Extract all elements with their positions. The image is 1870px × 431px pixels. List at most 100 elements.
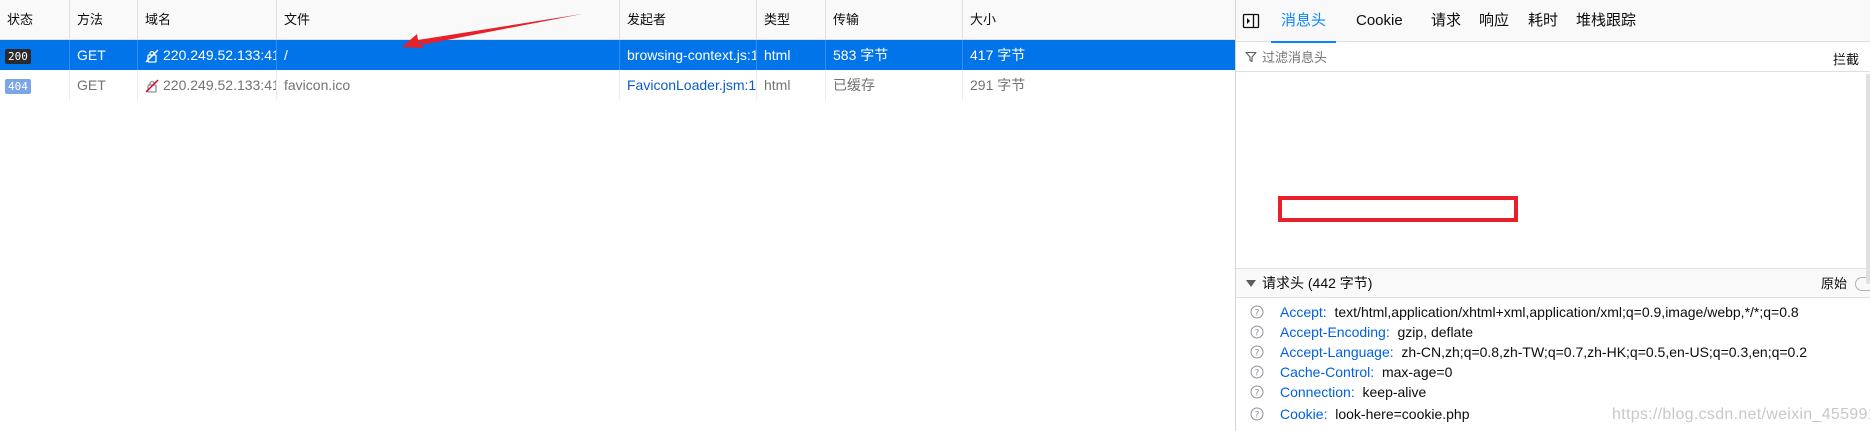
header-row: ? Content-Type: text/html <box>1236 94 1856 118</box>
details-tabbar: 消息头 Cookie 请求 响应 耗时 堆栈跟踪 <box>1236 0 1870 43</box>
column-header-initiator[interactable]: 发起者 <box>620 0 757 40</box>
help-icon[interactable]: ? <box>1250 365 1264 379</box>
tab-request[interactable]: 请求 <box>1431 0 1461 42</box>
file-cell: / <box>277 40 620 70</box>
domain-cell: 220.249.52.133:41... <box>138 40 277 70</box>
status-badge: 200 <box>5 48 31 64</box>
svg-text:?: ? <box>1255 329 1260 339</box>
header-value: gzip, deflate <box>1397 324 1474 340</box>
insecure-lock-icon <box>145 79 159 93</box>
type-cell: html <box>757 40 826 70</box>
tab-cookies[interactable]: Cookie <box>1356 0 1403 42</box>
header-value: text/html,application/xhtml+xml,applicat… <box>1334 304 1799 320</box>
header-entry: Date: Sat, 22 Aug 2020 07:32:50 GMT <box>1280 114 1522 138</box>
header-entry: Content-Type: text/html <box>1280 94 1429 118</box>
help-icon[interactable]: ? <box>1250 199 1264 213</box>
svg-text:?: ? <box>1255 203 1260 213</box>
type-cell: html <box>757 70 826 100</box>
domain-cell: 220.249.52.133:41... <box>138 70 277 100</box>
file-cell: favicon.ico <box>277 70 620 100</box>
tab-timings[interactable]: 耗时 <box>1528 0 1558 42</box>
header-value: text/html <box>1375 98 1429 114</box>
help-icon[interactable]: ? <box>1250 159 1264 173</box>
svg-text:?: ? <box>1255 349 1260 359</box>
header-name: Connection: <box>1280 384 1355 400</box>
toggle-panel-icon[interactable] <box>1242 12 1260 30</box>
watermark-text: https://blog.csdn.net/weixin_45599193 <box>1612 406 1870 423</box>
header-entry: Keep-Alive: timeout=5, max=100 <box>1280 134 1487 158</box>
header-name: Accept-Language: <box>1280 344 1394 360</box>
header-value: keep-alive <box>1362 384 1427 400</box>
header-name: Cache-Control: <box>1280 364 1375 380</box>
filter-headers-input[interactable] <box>1262 46 1762 68</box>
column-header-method[interactable]: 方法 <box>70 0 138 40</box>
svg-text:?: ? <box>1255 309 1260 319</box>
header-value: 276 <box>1388 78 1412 94</box>
help-icon[interactable]: ? <box>1250 179 1264 193</box>
column-header-size[interactable]: 大小 <box>963 0 1235 40</box>
request-headers-section[interactable]: 请求头 (442 字节) 原始 <box>1236 268 1870 298</box>
expand-triangle-icon[interactable] <box>1246 280 1256 287</box>
request-row[interactable]: 200 GET 220.249.52.133:41... / browsing-… <box>0 40 1235 70</box>
column-header-status[interactable]: 状态 <box>0 0 70 40</box>
help-icon[interactable]: ? <box>1250 305 1264 319</box>
header-entry: Cookie: look-here=cookie.php <box>1280 402 1470 426</box>
svg-text:?: ? <box>1255 83 1260 93</box>
set-cookie-highlight-box <box>1278 196 1518 222</box>
header-name: Accept: <box>1280 304 1327 320</box>
header-value: timeout=5, max=100 <box>1359 138 1488 154</box>
header-row: ? Server: Apache/2.4.7 (Ubuntu) <box>1236 154 1856 178</box>
header-entry: Set-Cookie: look-here=cookie.php <box>1280 174 1495 198</box>
header-row: ? Set-Cookie: look-here=cookie.php <box>1236 174 1856 198</box>
domain-text: 220.249.52.133:41... <box>163 77 276 93</box>
help-icon[interactable]: ? <box>1250 99 1264 113</box>
domain-text: 220.249.52.133:41... <box>163 47 276 63</box>
help-icon[interactable]: ? <box>1250 345 1264 359</box>
svg-text:?: ? <box>1255 183 1260 193</box>
help-icon[interactable]: ? <box>1250 79 1264 93</box>
column-header-domain[interactable]: 域名 <box>138 0 277 40</box>
header-entry: Content-Length: 276 <box>1280 74 1412 98</box>
tab-headers[interactable]: 消息头 <box>1270 0 1337 43</box>
status-badge: 404 <box>5 78 31 94</box>
request-headers-title: 请求头 (442 字节) <box>1262 275 1373 291</box>
column-header-file[interactable]: 文件 <box>277 0 620 40</box>
header-row: ? Content-Length: 276 <box>1236 74 1856 98</box>
size-cell: 291 字节 <box>970 77 1026 93</box>
initiator-cell[interactable]: FaviconLoader.jsm:16... <box>620 70 757 100</box>
column-header-transferred[interactable]: 传输 <box>826 0 963 40</box>
help-icon[interactable]: ? <box>1250 139 1264 153</box>
method-cell: GET <box>70 70 138 100</box>
header-value: look-here=cookie.php <box>1360 178 1496 194</box>
help-icon[interactable]: ? <box>1250 119 1264 133</box>
header-name: Server: <box>1280 158 1326 174</box>
tab-stack-trace[interactable]: 堆栈跟踪 <box>1576 0 1636 42</box>
header-row: ? Connection: keep-alive <box>1236 380 1856 404</box>
status-cell: 200 <box>0 40 70 70</box>
header-value: look-here=cookie.php <box>1335 406 1470 422</box>
column-header-type[interactable]: 类型 <box>757 0 826 40</box>
help-icon[interactable]: ? <box>1250 325 1264 339</box>
tab-response[interactable]: 响应 <box>1479 0 1509 42</box>
vertical-scrollbar[interactable] <box>1866 74 1870 284</box>
method-cell: GET <box>70 40 138 70</box>
header-entry: Server: Apache/2.4.7 (Ubuntu) <box>1280 154 1473 178</box>
header-value: zh-CN,zh;q=0.8,zh-TW;q=0.7,zh-HK;q=0.5,e… <box>1401 344 1808 360</box>
svg-text:?: ? <box>1255 163 1260 173</box>
initiator-cell[interactable]: browsing-context.js:1... <box>620 40 757 70</box>
header-entry: Connection: keep-alive <box>1280 380 1426 404</box>
block-button[interactable]: 拦截 <box>1833 49 1859 68</box>
header-name: Keep-Alive: <box>1280 138 1352 154</box>
transferred-cell: 已缓存 <box>826 70 963 100</box>
header-name: Content-Length: <box>1280 78 1381 94</box>
header-name: Date: <box>1280 118 1314 134</box>
request-row[interactable]: 404 GET 220.249.52.133:41... favicon.ico… <box>0 70 1235 100</box>
raw-toggle-label: 原始 <box>1820 276 1847 291</box>
request-list-header: 状态 方法 域名 文件 发起者 类型 传输 大小 <box>0 0 1235 40</box>
header-name: Accept-Encoding: <box>1280 324 1390 340</box>
help-icon[interactable]: ? <box>1250 407 1264 421</box>
header-name: Content-Type: <box>1280 98 1368 114</box>
svg-text:?: ? <box>1255 389 1260 399</box>
transferred-cell: 583 字节 <box>826 40 963 70</box>
help-icon[interactable]: ? <box>1250 385 1264 399</box>
